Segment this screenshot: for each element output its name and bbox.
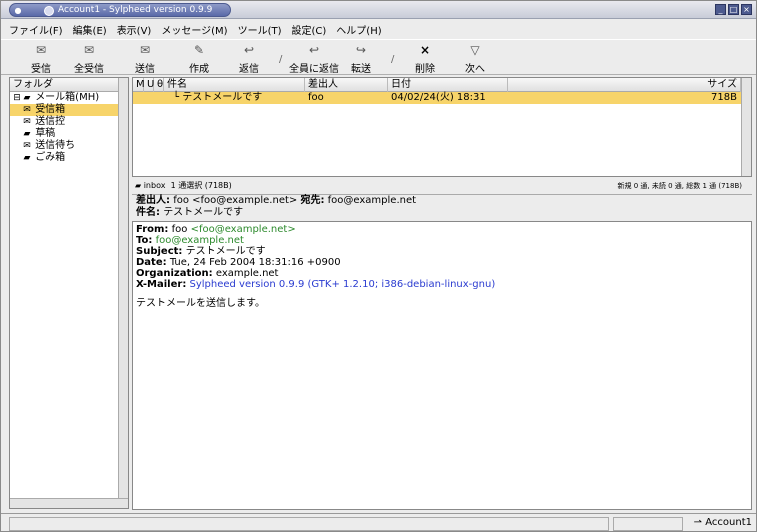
header-to: To: foo@example.net <box>136 235 244 246</box>
receive-icon: ✉ <box>35 43 47 57</box>
row-from: foo <box>308 92 324 103</box>
message-body[interactable]: From: foo <foo@example.net> To: foo@exam… <box>132 221 752 510</box>
row-date: 04/02/24(火) 18:31 <box>391 92 486 103</box>
toolbar-separator: / <box>391 54 395 65</box>
col-from[interactable]: 差出人 <box>305 78 388 92</box>
folder-item-drafts[interactable]: ▰ 草稿 <box>10 128 128 140</box>
folder-status-bar: ▰ inbox 1 通選択 (718B) 新規 0 通, 未読 0 通, 総数 … <box>132 179 752 193</box>
header-organization: Organization: example.net <box>136 268 279 279</box>
menu-file[interactable]: ファイル(F) <box>9 22 63 37</box>
reply-icon: ↩ <box>243 43 255 57</box>
folder-header[interactable]: フォルダ <box>10 78 128 92</box>
status-message-area <box>9 517 609 531</box>
status-progress-area <box>613 517 683 531</box>
to-address-link[interactable]: foo@example.net <box>156 235 244 246</box>
delete-button[interactable]: × 削除 <box>403 42 447 75</box>
status-bar: ⇀ Account1 <box>1 513 756 531</box>
compose-button[interactable]: ✎ 作成 <box>177 42 221 75</box>
receive-button[interactable]: ✉ 受信 <box>19 42 63 75</box>
folder-counts: 新規 0 通, 未読 0 通, 総数 1 通 (718B) <box>617 182 742 190</box>
toolbar-separator: / <box>279 54 283 65</box>
menu-edit[interactable]: 編集(E) <box>73 22 107 37</box>
account-selector[interactable]: ⇀ Account1 <box>694 517 752 528</box>
window-controls: _ □ × <box>715 4 752 15</box>
folder-item-sent[interactable]: ✉ 送信控 <box>10 116 128 128</box>
main-window: ● Account1 - Sylpheed version 0.9.9 _ □ … <box>0 0 757 532</box>
maximize-icon[interactable]: □ <box>728 4 739 15</box>
summary-subject-line: 件名: テストメールです <box>136 207 244 218</box>
receive-all-button[interactable]: ✉ 全受信 <box>67 42 111 75</box>
header-mailer: X-Mailer: Sylpheed version 0.9.9 (GTK+ 1… <box>136 279 496 290</box>
summary-from-line: 差出人: foo <foo@example.net> 宛先: foo@examp… <box>136 195 417 206</box>
sent-icon: ✉ <box>23 117 31 127</box>
menu-view[interactable]: 表示(V) <box>117 22 152 37</box>
body-text: テストメールを送信します。 <box>136 298 265 309</box>
folder-status-left: ▰ inbox 1 通選択 (718B) <box>135 181 232 190</box>
table-row[interactable]: └ テストメールです foo 04/02/24(火) 18:31 718B <box>133 92 751 104</box>
reply-all-button[interactable]: ↩ 全員に返信 <box>289 42 339 75</box>
header-date: Date: Tue, 24 Feb 2004 18:31:16 +0900 <box>136 257 341 268</box>
reply-button[interactable]: ↩ 返信 <box>227 42 271 75</box>
close-icon[interactable]: × <box>741 4 752 15</box>
col-size[interactable]: サイズ <box>508 78 741 92</box>
reply-all-icon: ↩ <box>308 43 320 57</box>
inbox-icon: ✉ <box>23 105 31 115</box>
send-button[interactable]: ✉ 送信 <box>123 42 167 75</box>
folder-item-inbox[interactable]: ✉ 受信箱 <box>10 104 128 116</box>
window-title: Account1 - Sylpheed version 0.9.9 <box>58 5 213 15</box>
folder-pane: フォルダ ⊟ ▰ メール箱(MH) ✉ 受信箱 ✉ 送信控 ▰ 草稿 ✉ 送信待ち… <box>9 77 129 509</box>
next-icon: ▽ <box>470 43 480 57</box>
folder-item-queue[interactable]: ✉ 送信待ち <box>10 140 128 152</box>
col-date[interactable]: 日付 <box>388 78 508 92</box>
row-size: 718B <box>711 92 737 103</box>
app-icon <box>44 6 54 16</box>
forward-button[interactable]: ↪ 転送 <box>339 42 383 75</box>
menu-message[interactable]: メッセージ(M) <box>161 22 227 37</box>
folder-scrollbar-horizontal[interactable] <box>10 498 128 508</box>
message-list: M U θ 件名 差出人 日付 サイズ └ テストメールです foo 04/02… <box>132 77 752 177</box>
next-button[interactable]: ▽ 次へ <box>453 42 497 75</box>
toolbar: ✉ 受信 ✉ 全受信 ✉ 送信 ✎ 作成 ↩ 返信 / ↩ 全員に返信 ↪ 転送… <box>1 39 756 75</box>
compose-icon: ✎ <box>193 43 205 57</box>
menu-tools[interactable]: ツール(T) <box>238 22 282 37</box>
collapse-icon[interactable]: ⊟ <box>12 92 22 104</box>
header-subject: Subject: テストメールです <box>136 246 266 257</box>
col-attach[interactable]: θ <box>154 78 164 92</box>
forward-icon: ↪ <box>355 43 367 57</box>
send-icon: ✉ <box>139 43 151 57</box>
account-icon: ⇀ <box>693 517 703 528</box>
mailbox-icon: ▰ <box>23 93 31 103</box>
folder-scrollbar-vertical[interactable] <box>118 78 128 508</box>
minimize-icon[interactable]: _ <box>715 4 726 15</box>
menu-settings[interactable]: 設定(C) <box>292 22 327 37</box>
folder-icon: ▰ <box>135 181 142 190</box>
message-summary: 差出人: foo <foo@example.net> 宛先: foo@examp… <box>132 194 752 220</box>
col-unread[interactable]: U <box>144 78 154 92</box>
receive-all-icon: ✉ <box>83 43 95 57</box>
trash-icon: ▰ <box>23 153 31 163</box>
col-subject[interactable]: 件名 <box>164 78 305 92</box>
message-list-header: M U θ 件名 差出人 日付 サイズ <box>133 78 751 92</box>
title-pill: ● Account1 - Sylpheed version 0.9.9 <box>9 3 231 17</box>
queue-icon: ✉ <box>23 141 31 151</box>
message-list-scrollbar[interactable] <box>741 78 751 176</box>
header-from: From: foo <foo@example.net> <box>136 224 296 235</box>
folder-item-trash[interactable]: ▰ ごみ箱 <box>10 152 128 164</box>
delete-icon: × <box>419 43 431 57</box>
menu-bar: ファイル(F) 編集(E) 表示(V) メッセージ(M) ツール(T) 設定(C… <box>1 20 756 38</box>
col-mark[interactable]: M <box>133 78 145 92</box>
from-address-link[interactable]: <foo@example.net> <box>191 224 296 235</box>
window-menu-icon[interactable]: ● <box>13 7 23 15</box>
folder-root[interactable]: ⊟ ▰ メール箱(MH) <box>10 92 128 104</box>
row-subject: └ テストメールです <box>173 92 263 103</box>
title-bar[interactable]: ● Account1 - Sylpheed version 0.9.9 _ □ … <box>1 1 756 19</box>
drafts-icon: ▰ <box>23 129 31 139</box>
menu-help[interactable]: ヘルプ(H) <box>336 22 381 37</box>
